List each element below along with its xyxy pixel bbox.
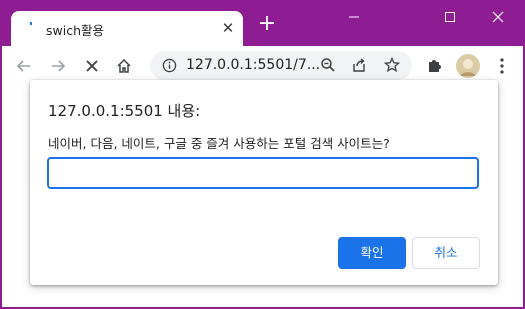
new-tab-button[interactable]: + <box>256 13 278 35</box>
forward-icon[interactable] <box>44 52 72 80</box>
back-icon[interactable] <box>10 52 38 80</box>
share-icon[interactable] <box>351 57 367 77</box>
loading-favicon-icon <box>27 21 37 35</box>
maximize-button[interactable] <box>427 6 473 30</box>
address-bar[interactable]: 127.0.0.1:5501/7... <box>150 51 412 80</box>
tab-title: swich활용 <box>46 23 105 38</box>
url-text: 127.0.0.1:5501/7... <box>186 57 321 73</box>
stop-loading-icon[interactable] <box>78 52 106 80</box>
menu-kebab-icon[interactable] <box>488 52 516 80</box>
extensions-puzzle-icon[interactable] <box>420 52 448 80</box>
home-icon[interactable] <box>110 52 138 80</box>
browser-tab[interactable]: swich활용 ✕ <box>11 11 243 46</box>
bookmark-star-icon[interactable] <box>383 56 401 77</box>
site-info-icon[interactable] <box>162 58 177 77</box>
ok-button[interactable]: 확인 <box>338 237 406 269</box>
cancel-button[interactable]: 취소 <box>412 237 480 269</box>
prompt-input[interactable] <box>47 157 479 189</box>
profile-avatar[interactable] <box>456 54 480 78</box>
prompt-dialog: 127.0.0.1:5501 내용: 네이버, 다음, 네이트, 구글 중 즐겨… <box>30 80 498 285</box>
minimize-button[interactable] <box>331 6 377 30</box>
tab-close-icon[interactable]: ✕ <box>219 19 237 37</box>
dialog-message: 네이버, 다음, 네이트, 구글 중 즐겨 사용하는 포털 검색 사이트는? <box>48 136 390 151</box>
close-window-button[interactable] <box>475 6 521 30</box>
dialog-title: 127.0.0.1:5501 내용: <box>48 102 201 120</box>
zoom-icon[interactable] <box>320 57 336 77</box>
browser-window: swich활용 ✕ + 127.0.0.1:5501/7... 127.0.0.… <box>0 0 525 309</box>
